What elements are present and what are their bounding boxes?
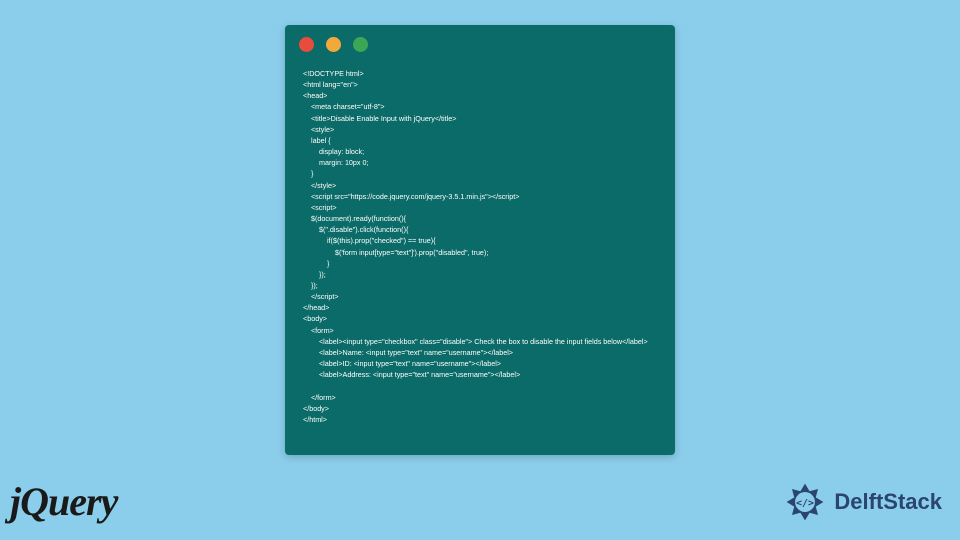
svg-text:</>: </> xyxy=(796,498,814,509)
delftstack-label: DelftStack xyxy=(834,489,942,515)
jquery-logo: jQuery xyxy=(10,478,117,525)
window-controls xyxy=(285,25,675,60)
minimize-icon xyxy=(326,37,341,52)
delftstack-logo: </> DelftStack xyxy=(782,479,942,525)
maximize-icon xyxy=(353,37,368,52)
close-icon xyxy=(299,37,314,52)
code-window: <!DOCTYPE html> <html lang="en"> <head> … xyxy=(285,25,675,455)
delftstack-icon: </> xyxy=(782,479,828,525)
code-content: <!DOCTYPE html> <html lang="en"> <head> … xyxy=(285,60,675,433)
